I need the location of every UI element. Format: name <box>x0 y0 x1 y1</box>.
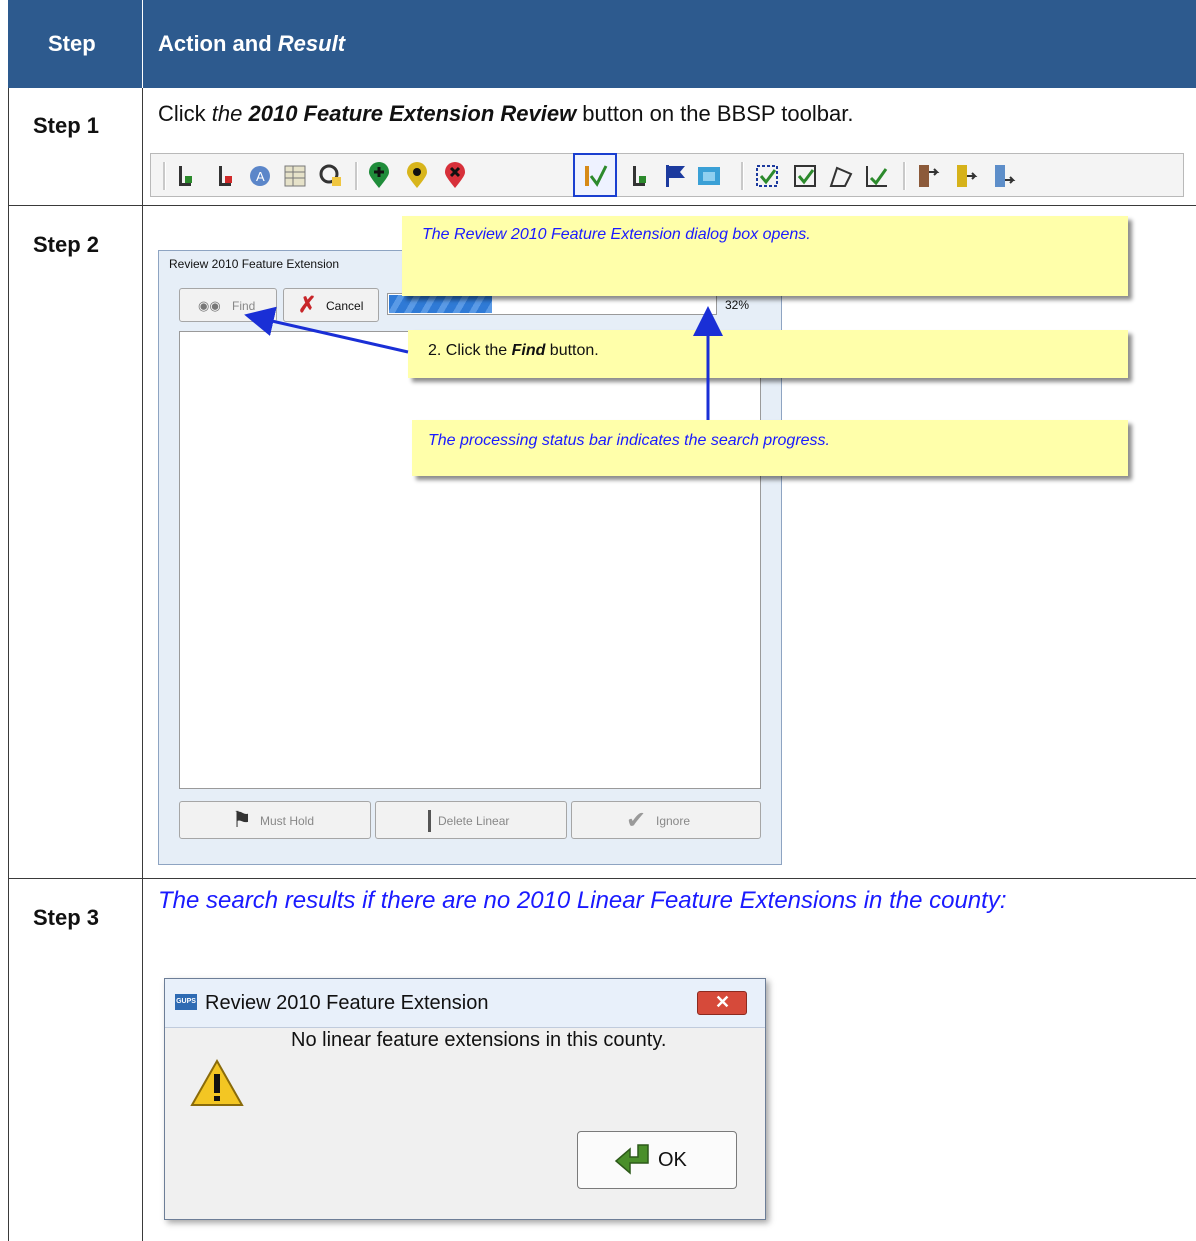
gups-app-icon: GUPS <box>175 994 197 1010</box>
arrow-to-find <box>244 306 409 354</box>
message-title: Review 2010 Feature Extension <box>205 992 489 1014</box>
message-box: GUPS Review 2010 Feature Extension ✕ No … <box>164 978 766 1220</box>
close-button[interactable]: ✕ <box>697 991 747 1015</box>
step-3-text: The search results if there are no 2010 … <box>158 887 1007 914</box>
message-text: No linear feature extensions in this cou… <box>291 1029 667 1051</box>
ok-label: OK <box>658 1149 687 1171</box>
warning-icon <box>190 1058 244 1106</box>
green-arrow-icon <box>614 1144 649 1175</box>
ok-button[interactable]: OK <box>577 1131 737 1189</box>
close-icon: ✕ <box>715 992 731 1012</box>
